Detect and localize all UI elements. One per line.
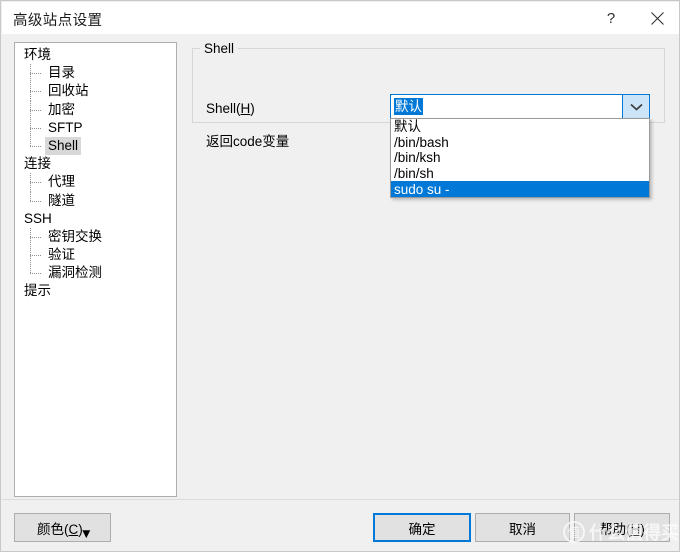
tree-branch-line-icon	[30, 227, 44, 247]
shell-combobox-value: 默认	[394, 98, 423, 115]
tree-branch-line-icon	[30, 264, 44, 282]
sidebar-item-label: 连接	[24, 156, 51, 172]
sidebar-item-label: SFTP	[48, 119, 83, 135]
sidebar-item-12[interactable]: 漏洞检测	[15, 264, 176, 282]
sidebar-item-label: Shell	[45, 136, 82, 156]
sidebar-item-0[interactable]: 环境	[15, 46, 176, 64]
tree-branch-line-icon	[30, 191, 44, 210]
tree-branch-line-icon	[30, 246, 44, 265]
sidebar-item-label: 回收站	[48, 83, 89, 99]
help-question-icon[interactable]: ?	[588, 3, 634, 34]
sidebar-item-9[interactable]: SSH	[15, 210, 176, 228]
sidebar-item-1[interactable]: 目录	[15, 64, 176, 83]
sidebar-item-13[interactable]: 提示	[15, 282, 176, 300]
settings-tree-list: 环境目录回收站加密 SFTP Shell 连接代理隧道 SSH 密钥交换验证漏洞检测提示	[15, 46, 176, 301]
tree-branch-line-icon	[30, 118, 44, 138]
return-code-variable-label: 返回code变量	[206, 134, 290, 149]
advanced-site-settings-dialog: 高级站点设置 ? 环境 目录 回收站 加密 SFTP Shell 连接 代理 隧道 SSH 密钥交换…	[0, 0, 680, 552]
sidebar-item-6[interactable]: 连接	[15, 155, 176, 173]
shell-groupbox-title: Shell	[200, 41, 239, 56]
tree-branch-line-icon	[30, 82, 44, 101]
dropdown-option-0[interactable]: 默认	[391, 119, 649, 135]
sidebar-item-11[interactable]: 验证	[15, 246, 176, 265]
dropdown-option-3[interactable]: /bin/sh	[391, 166, 649, 182]
sidebar-item-5[interactable]: Shell	[15, 136, 176, 156]
tree-branch-line-icon	[30, 173, 44, 192]
sidebar-item-7[interactable]: 代理	[15, 173, 176, 192]
sidebar-item-label: 密钥交换	[48, 228, 102, 244]
settings-tree[interactable]: 环境目录回收站加密 SFTP Shell 连接代理隧道 SSH 密钥交换验证漏洞检测提示	[14, 42, 177, 497]
dialog-footer: 颜色(C) ▼ 确定 取消 帮助(H)	[2, 499, 679, 551]
dropdown-option-1[interactable]: /bin/bash	[391, 135, 649, 151]
color-button[interactable]: 颜色(C) ▼	[14, 513, 111, 542]
sidebar-item-label: 隧道	[48, 192, 75, 208]
title-bar: 高级站点设置 ?	[2, 2, 679, 34]
tree-branch-line-icon	[30, 64, 44, 83]
dialog-body: 环境 目录 回收站 加密 SFTP Shell 连接 代理 隧道 SSH 密钥交换 验证 漏洞检测 提示 …	[2, 34, 679, 499]
help-question-label: ?	[606, 10, 616, 27]
dropdown-option-2[interactable]: /bin/ksh	[391, 150, 649, 166]
sidebar-item-2[interactable]: 回收站	[15, 82, 176, 101]
sidebar-item-8[interactable]: 隧道	[15, 191, 176, 210]
chevron-down-icon[interactable]	[622, 95, 649, 118]
sidebar-item-10[interactable]: 密钥交换	[15, 227, 176, 247]
triangle-down-icon: ▼	[79, 526, 93, 541]
window-title: 高级站点设置	[13, 13, 103, 29]
sidebar-item-label: 代理	[48, 174, 75, 190]
sidebar-item-label: 提示	[24, 283, 51, 299]
chevron-down-glyph	[630, 103, 643, 111]
sidebar-item-label: 加密	[48, 101, 75, 117]
help-button[interactable]: 帮助(H)	[574, 513, 670, 542]
tree-branch-line-icon	[30, 100, 44, 119]
close-icon[interactable]	[634, 3, 679, 34]
ok-button[interactable]: 确定	[373, 513, 471, 542]
shell-combobox[interactable]: 默认	[390, 94, 650, 119]
sidebar-item-3[interactable]: 加密	[15, 100, 176, 119]
dropdown-option-4[interactable]: sudo su -	[391, 181, 649, 197]
close-x-glyph	[650, 12, 664, 25]
sidebar-item-label: 验证	[48, 247, 75, 263]
cancel-button[interactable]: 取消	[475, 513, 570, 542]
sidebar-item-label: 环境	[24, 47, 51, 62]
shell-field-label: Shell(H)	[206, 101, 255, 116]
sidebar-item-label: 目录	[48, 65, 75, 81]
sidebar-item-label: SSH	[24, 210, 52, 226]
tree-branch-line-icon	[30, 136, 44, 155]
sidebar-item-label: 漏洞检测	[48, 265, 102, 281]
sidebar-item-4[interactable]: SFTP	[15, 118, 176, 138]
shell-dropdown-list[interactable]: 默认/bin/bash/bin/ksh/bin/sh sudo su -	[390, 118, 650, 198]
